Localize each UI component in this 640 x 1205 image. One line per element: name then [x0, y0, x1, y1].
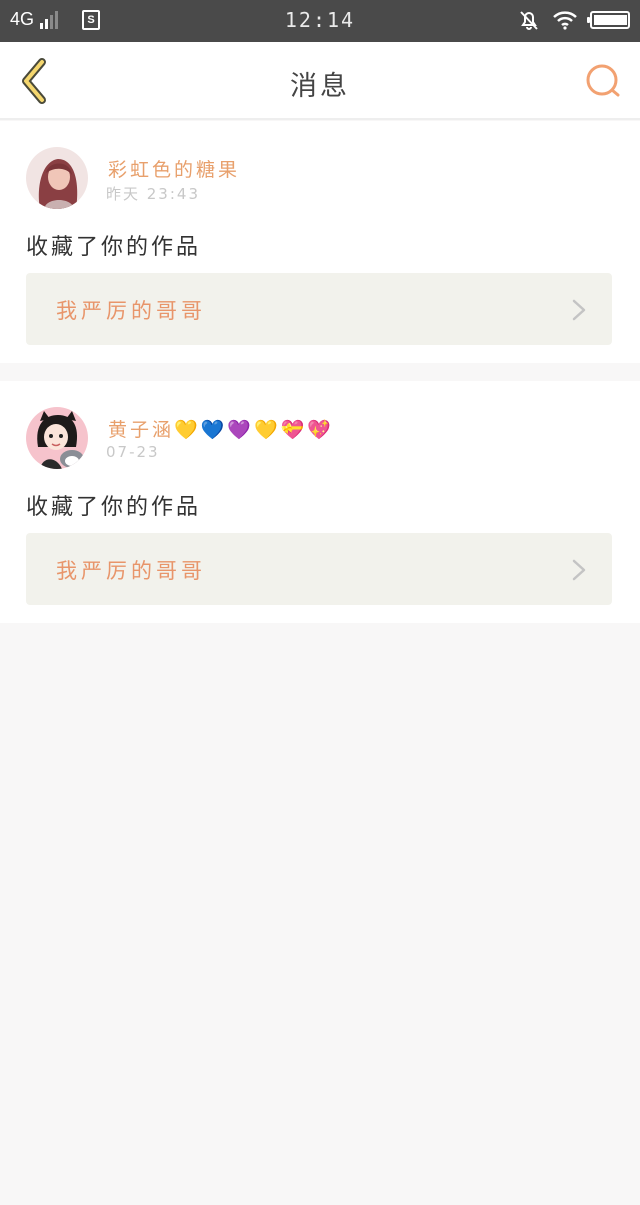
page-title: 消息	[290, 71, 350, 102]
action-text: 收藏了你的作品	[26, 235, 202, 260]
username[interactable]: 彩虹色的糖果	[108, 155, 240, 182]
battery-icon	[587, 11, 630, 29]
work-link[interactable]: 我严厉的哥哥	[26, 533, 612, 605]
chevron-right-icon	[572, 299, 586, 321]
avatar[interactable]	[26, 407, 88, 469]
status-right	[518, 9, 630, 31]
avatar-image	[26, 407, 88, 469]
work-link[interactable]: 我严厉的哥哥	[26, 273, 612, 345]
message-card: 彩虹色的糖果 昨天 23:43 收藏了你的作品 我严厉的哥哥	[0, 121, 640, 363]
chevron-right-icon	[572, 559, 586, 581]
wifi-icon	[553, 11, 577, 30]
status-bar: 4G S 12:14	[0, 0, 640, 42]
timestamp: 07-23	[106, 443, 160, 461]
header-bar: 消息	[0, 42, 640, 120]
avatar[interactable]	[26, 147, 88, 209]
work-title: 我严厉的哥哥	[56, 559, 206, 583]
timestamp: 昨天 23:43	[106, 185, 200, 203]
mute-bell-icon	[520, 11, 538, 30]
work-title: 我严厉的哥哥	[56, 299, 206, 323]
message-card: 黄子涵💛💙💜💛💝💖 07-23 收藏了你的作品 我严厉的哥哥	[0, 381, 640, 623]
avatar-image	[26, 147, 88, 209]
action-text: 收藏了你的作品	[26, 495, 202, 520]
username[interactable]: 黄子涵💛💙💜💛💝💖	[108, 415, 334, 442]
search-icon[interactable]	[584, 60, 624, 100]
